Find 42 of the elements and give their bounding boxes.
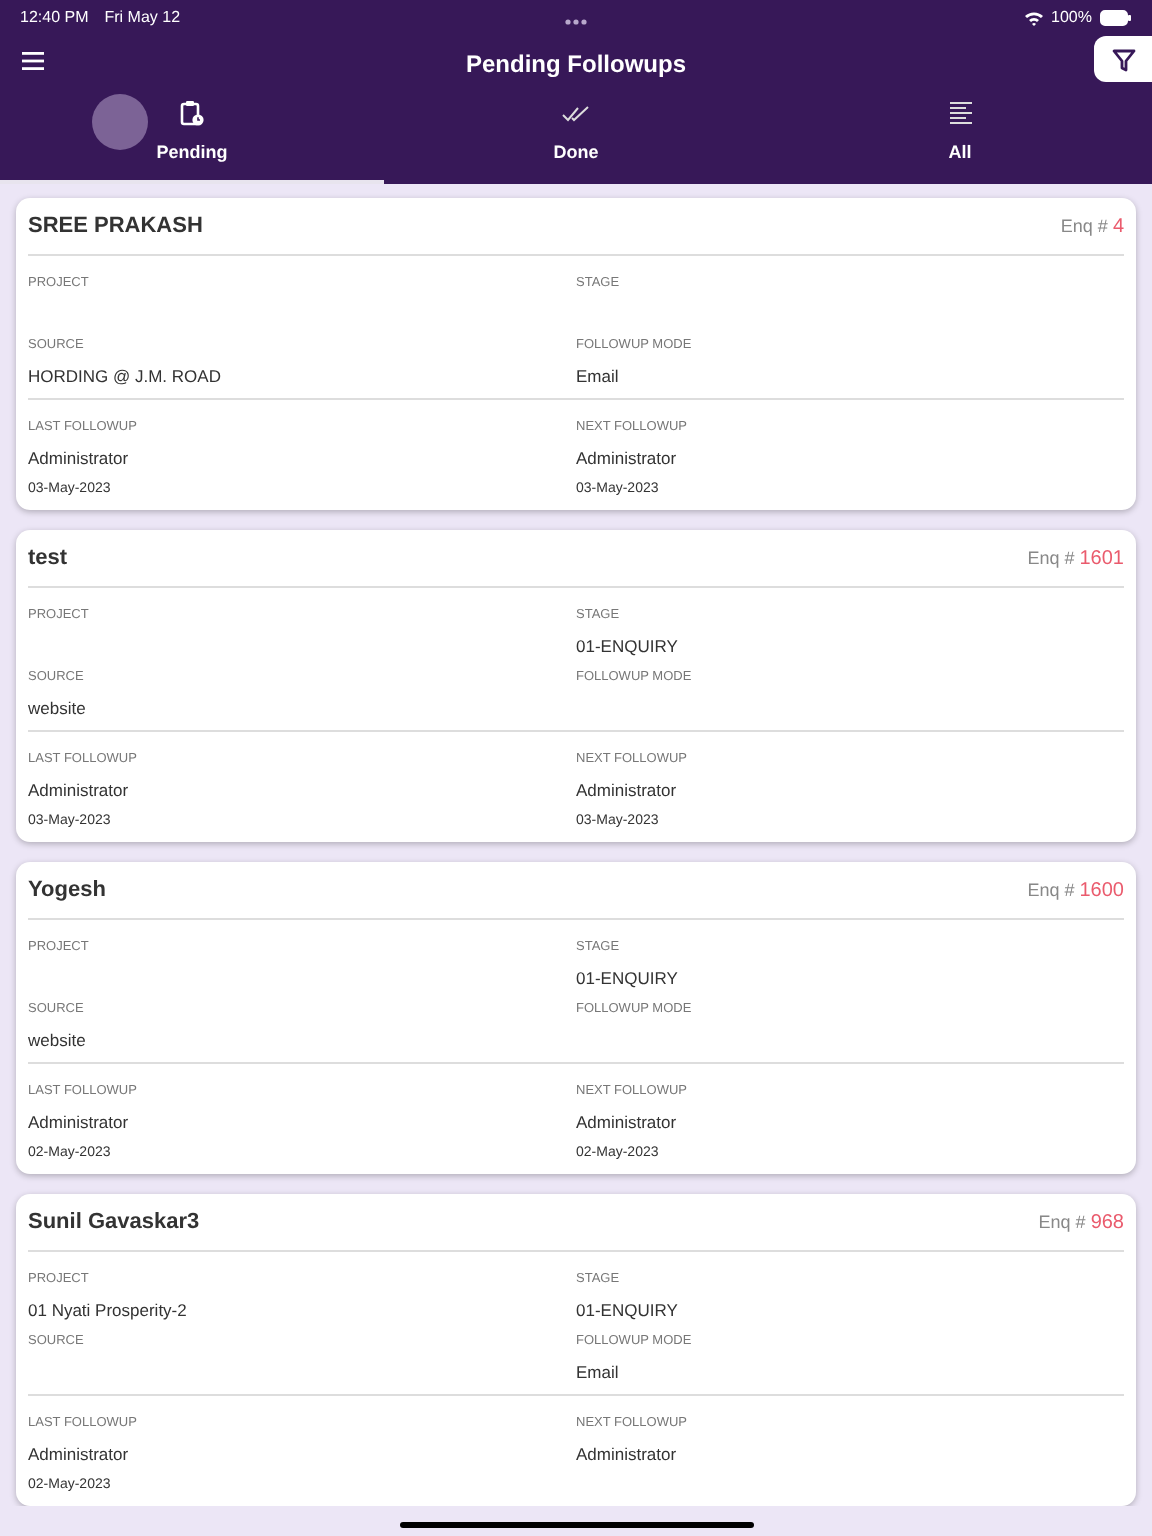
status-date: Fri May 12 [104,6,181,30]
more-icon [564,17,588,26]
enquiry-number: Enq # 4 [1060,213,1124,241]
customer-name: SREE PRAKASH [28,211,203,242]
source-value: website [28,696,88,722]
filter-icon [1111,47,1135,71]
source-value: website [28,1028,88,1054]
enquiry-number: Enq # 968 [1038,1209,1124,1237]
stage-value: 01-ENQUIRY [576,1298,680,1324]
followup-user: Administrator [28,1442,131,1468]
tab[interactable]: All [768,90,1152,184]
followup-user: Administrator [28,778,131,804]
enquiry-number: Enq # 1600 [1027,877,1124,905]
followup-user: Administrator [28,446,131,472]
filter-button[interactable] [1094,36,1152,82]
source-value: HORDING @ J.M. ROAD [28,364,223,390]
followup-user: Administrator [576,1110,679,1136]
clipboard-icon [180,100,204,127]
followup-mode-value: Email [576,364,621,390]
status-time: 12:40 PM [20,6,89,30]
touch-ripple [92,94,148,150]
customer-name: test [28,543,68,574]
project-value: 01 Nyati Prosperity-2 [28,1298,189,1324]
followup-user: Administrator [576,778,679,804]
customer-name: Yogesh [28,875,106,906]
stage-value: 01-ENQUIRY [576,634,680,660]
customer-name: Sunil Gavaskar3 [28,1207,200,1238]
battery-percent: 100% [1051,6,1092,30]
list-icon [949,102,971,125]
wifi-icon [1023,10,1044,26]
page-title: Pending Followups [466,47,686,81]
followup-user: Administrator [576,1442,679,1468]
battery-icon [1100,10,1132,26]
double-check-icon [562,105,590,122]
menu-icon[interactable] [22,52,44,70]
tab[interactable]: Pending [0,90,384,184]
tab[interactable]: Done [384,90,768,184]
followup-user: Administrator [576,446,679,472]
enquiry-number: Enq # 1601 [1027,545,1124,573]
followup-mode-value: Email [576,1360,621,1386]
followup-user: Administrator [28,1110,131,1136]
stage-value: 01-ENQUIRY [576,966,680,992]
